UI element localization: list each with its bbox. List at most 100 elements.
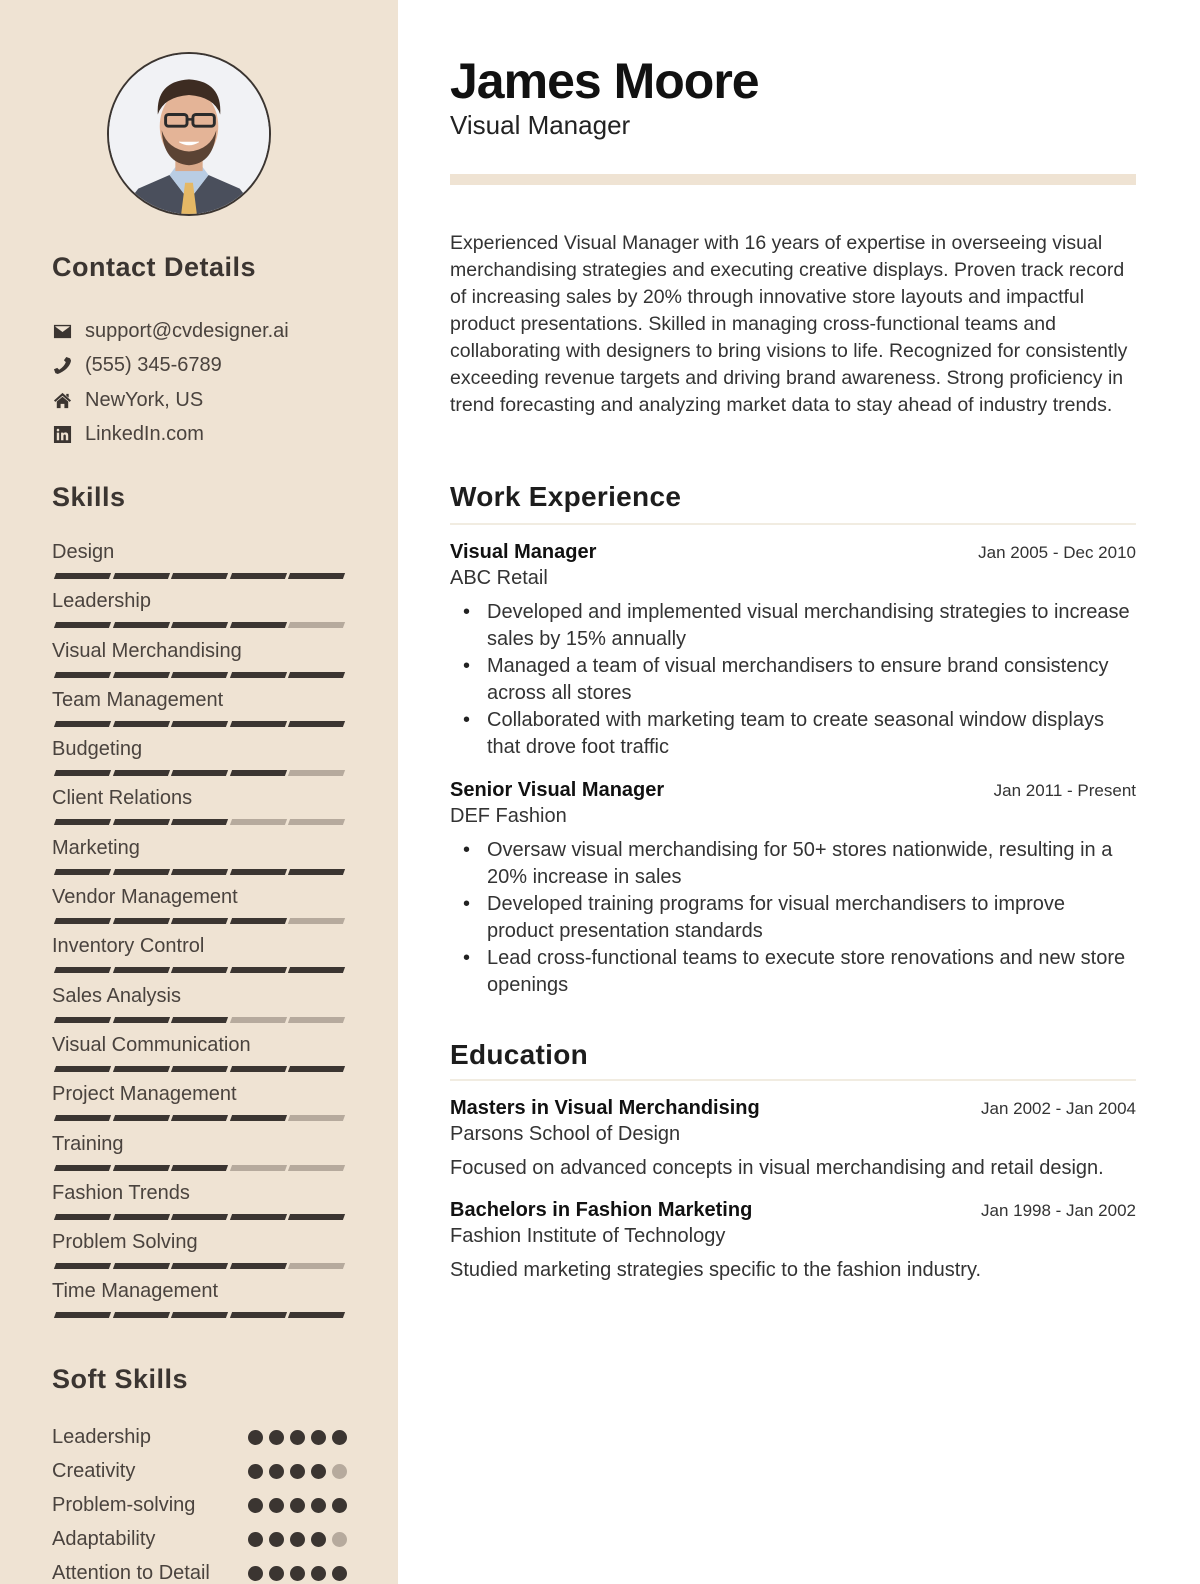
skill-bar-filled [170,918,228,925]
skill-bar-filled [229,770,287,777]
job-bullet: Lead cross-functional teams to execute s… [450,945,1136,999]
skill-bar-filled [53,720,111,727]
rating-dot-filled [269,1463,284,1479]
soft-skill-name: Attention to Detail [52,1562,210,1584]
skill-level-bars [53,1115,352,1122]
skill-bar-filled [229,622,287,629]
skill-name: Inventory Control [52,935,205,958]
school-name: Fashion Institute of Technology [450,1225,726,1247]
rating-dot-filled [332,1429,347,1445]
skill-bar-filled [53,1065,111,1072]
skill-bar-filled [112,967,170,974]
soft-skill-item: Attention to Detail [52,1557,347,1584]
skill-bar-filled [170,1115,228,1122]
skill-bar-empty [229,1164,287,1171]
job-title: Senior Visual Manager [450,779,665,801]
skill-item: Training [52,1130,352,1179]
soft-skill-rating [248,1566,347,1582]
rating-dot-filled [290,1566,305,1582]
skill-name: Visual Merchandising [52,639,242,662]
skill-bar-filled [112,819,170,826]
job-dates: Jan 2011 - Present [993,781,1136,800]
skill-bar-filled [170,1065,228,1072]
skill-name: Vendor Management [52,886,238,909]
skill-bar-filled [170,671,228,678]
job-bullet: Collaborated with marketing team to crea… [450,707,1136,761]
candidate-title: Visual Manager [450,110,631,140]
profile-summary: Experienced Visual Manager with 16 years… [450,232,1128,416]
skill-bar-filled [112,918,170,925]
soft-skill-item: Adaptability [52,1523,347,1557]
skill-item: Client Relations [52,784,352,833]
soft-skill-name: Creativity [52,1459,136,1482]
education-entry: Masters in Visual Merchandising Jan 2002… [450,1097,1136,1180]
skill-bar-filled [112,770,170,777]
skill-bar-filled [229,1263,287,1270]
work-entry: Senior Visual Manager Jan 2011 - Present… [450,779,1136,999]
skill-bar-filled [170,573,228,579]
skill-bar-filled [112,573,170,579]
contact-email[interactable]: support@cvdesigner.ai [52,314,289,349]
skill-bar-filled [53,622,111,629]
soft-skill-rating [248,1532,347,1548]
rating-dot-filled [332,1566,347,1582]
skills-list: Design Leadership Visual Merchandising Team… [52,538,352,1327]
skill-bar-filled [229,967,287,974]
skill-item: Design [52,538,352,587]
skill-level-bars [53,918,352,925]
skill-bar-filled [53,868,111,875]
education-heading: Education [450,1039,589,1070]
home-icon [52,390,72,410]
skill-bar-filled [170,720,228,727]
skill-bar-filled [53,967,111,974]
skill-name: Budgeting [52,738,143,761]
skill-name: Project Management [52,1083,237,1106]
education-entry: Bachelors in Fashion Marketing Jan 1998 … [450,1199,1136,1282]
skill-name: Problem Solving [52,1231,198,1254]
skill-bar-filled [112,1213,170,1220]
skill-bar-filled [287,573,345,579]
degree-title: Masters in Visual Merchandising [450,1097,760,1119]
skill-level-bars [53,967,352,974]
skill-level-bars [53,1016,352,1023]
skill-item: Budgeting [52,735,352,784]
job-dates: Jan 2005 - Dec 2010 [978,543,1136,562]
skill-bar-filled [112,868,170,875]
skill-bar-empty [287,622,345,629]
skill-bar-filled [229,868,287,875]
skill-bar-filled [112,671,170,678]
skill-item: Problem Solving [52,1228,352,1277]
skill-bar-filled [170,1016,228,1023]
skill-bar-filled [229,573,287,579]
skill-item: Visual Merchandising [52,637,352,686]
contact-phone[interactable]: (555) 345-6789 [52,349,289,384]
contact-linkedin[interactable]: LinkedIn.com [52,418,289,453]
skill-level-bars [53,1065,352,1072]
rating-dot-filled [248,1566,263,1582]
job-bullets: Oversaw visual merchandising for 50+ sto… [450,837,1136,999]
skill-bar-filled [287,720,345,727]
soft-skill-rating [248,1429,347,1445]
contact-list: support@cvdesigner.ai (555) 345-6789 New… [52,314,289,452]
soft-skill-rating [248,1463,347,1479]
skill-bar-filled [229,918,287,925]
header-divider [450,174,1136,185]
skill-name: Sales Analysis [52,984,181,1007]
education-dates: Jan 2002 - Jan 2004 [980,1099,1136,1118]
contact-location: NewYork, US [52,383,289,418]
rating-dot-filled [290,1429,305,1445]
skill-bar-filled [229,1115,287,1122]
job-title: Visual Manager [450,541,597,563]
job-bullets: Developed and implemented visual merchan… [450,599,1136,761]
skill-bar-empty [287,1016,345,1023]
contact-location-text: NewYork, US [85,388,204,411]
job-bullet: Oversaw visual merchandising for 50+ sto… [450,837,1136,891]
skill-bar-empty [229,819,287,826]
skill-bar-filled [229,671,287,678]
skill-level-bars [53,770,352,777]
skill-level-bars [53,720,352,727]
rating-dot-filled [248,1429,263,1445]
work-entry: Visual Manager Jan 2005 - Dec 2010 ABC R… [450,541,1136,761]
skill-bar-filled [53,819,111,826]
skill-level-bars [53,868,352,875]
